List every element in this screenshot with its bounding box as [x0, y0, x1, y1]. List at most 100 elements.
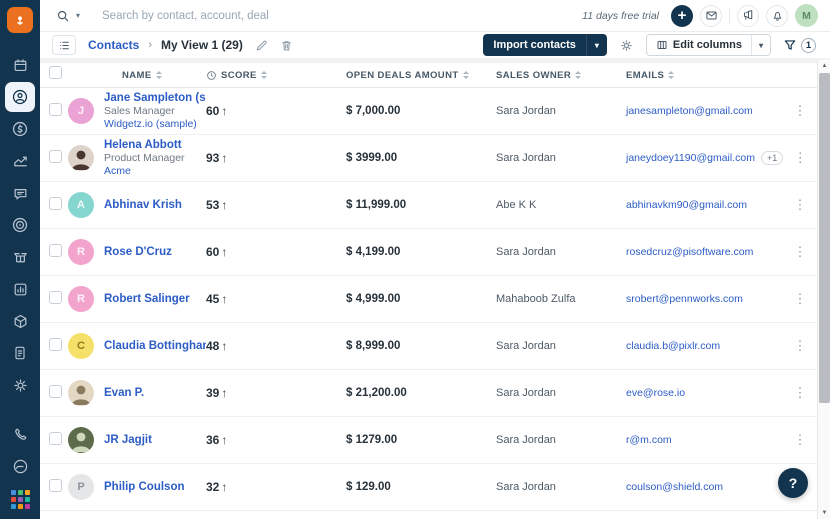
current-view-name[interactable]: My View 1 (29) [161, 38, 243, 52]
emails-column-header[interactable]: Emails [626, 70, 664, 81]
sidebar-item-contacts[interactable] [5, 82, 35, 112]
row-menu-icon[interactable]: ⋮ [783, 244, 817, 260]
contact-name-link[interactable]: JR Jagjit [104, 433, 206, 447]
sort-icon[interactable] [261, 71, 267, 79]
vertical-scrollbar[interactable]: ▲ ▼ [817, 60, 830, 519]
user-avatar[interactable]: M [795, 4, 818, 27]
contact-name-link[interactable]: Claudia Bottingham [104, 339, 206, 353]
search-scope-caret[interactable]: ▾ [76, 11, 80, 20]
row-checkbox[interactable] [49, 338, 62, 351]
sidebar-item-marketing[interactable] [5, 210, 35, 240]
email-link[interactable]: eve@rose.io [626, 387, 685, 399]
extra-emails-badge[interactable]: +1 [761, 151, 783, 165]
contact-name-link[interactable]: Abhinav Krish [104, 198, 206, 212]
sidebar-item-inventory[interactable] [5, 306, 35, 336]
sort-icon[interactable] [668, 71, 674, 79]
select-all-checkbox[interactable] [49, 66, 62, 79]
sidebar-item-documents[interactable] [5, 338, 35, 368]
avatar: P [68, 474, 94, 500]
contact-name-link[interactable]: Jane Sampleton (sa... [104, 91, 206, 105]
search-input[interactable] [102, 10, 402, 22]
table-row[interactable]: R Rose D'Cruz 60 ↑ $ 4,199.00 Sara Jorda… [40, 229, 817, 276]
filters-button[interactable]: 1 [783, 38, 816, 53]
contact-name-link[interactable]: Robert Salinger [104, 292, 206, 306]
contact-company-link[interactable]: Acme [104, 165, 206, 178]
sales-owner-column-header[interactable]: Sales Owner [496, 70, 571, 81]
row-menu-icon[interactable]: ⋮ [783, 432, 817, 448]
import-caret-icon[interactable]: ▾ [586, 34, 607, 56]
avatar: C [68, 333, 94, 359]
view-type-button[interactable] [52, 35, 76, 55]
email-link[interactable]: abhinavkm90@gmail.com [626, 199, 747, 211]
contact-name-link[interactable]: Rose D'Cruz [104, 245, 206, 259]
row-checkbox[interactable] [49, 197, 62, 210]
row-checkbox[interactable] [49, 479, 62, 492]
scrollbar-thumb[interactable] [819, 73, 830, 403]
table-row[interactable]: Helena Abbott Product Manager Acme 93 ↑ … [40, 135, 817, 182]
email-link[interactable]: coulson@shield.com [626, 481, 723, 493]
row-checkbox[interactable] [49, 291, 62, 304]
email-link[interactable]: claudia.b@pixlr.com [626, 340, 720, 352]
sort-icon[interactable] [463, 71, 469, 79]
whats-new-button[interactable] [737, 5, 759, 27]
row-menu-icon[interactable]: ⋮ [783, 385, 817, 401]
sidebar-item-phone[interactable] [5, 419, 35, 449]
sidebar-item-reports[interactable] [5, 274, 35, 304]
avatar: J [68, 98, 94, 124]
breadcrumb-contacts[interactable]: Contacts [88, 38, 139, 52]
edit-columns-caret-icon[interactable]: ▾ [751, 35, 770, 55]
table-row[interactable]: J Jane Sampleton (sa... Sales Manager Wi… [40, 88, 817, 135]
sort-icon[interactable] [156, 71, 162, 79]
sidebar-item-calendar[interactable] [5, 50, 35, 80]
import-contacts-button[interactable]: Import contacts ▾ [483, 34, 607, 56]
table-row[interactable]: P Philip Coulson 32 ↑ $ 129.00 Sara Jord… [40, 464, 817, 511]
scroll-up-arrow-icon[interactable]: ▲ [818, 60, 830, 72]
contact-name-link[interactable]: Philip Coulson [104, 480, 206, 494]
row-checkbox[interactable] [49, 385, 62, 398]
notifications-button[interactable] [766, 5, 788, 27]
edit-columns-button[interactable]: Edit columns ▾ [646, 34, 771, 56]
name-column-header[interactable]: Name [122, 70, 152, 81]
email-link[interactable]: srobert@pennworks.com [626, 293, 743, 305]
email-button[interactable] [700, 5, 722, 27]
open-deals-column-header[interactable]: Open Deals Amount [346, 70, 459, 81]
email-link[interactable]: rosedcruz@pisoftware.com [626, 246, 753, 258]
row-menu-icon[interactable]: ⋮ [783, 291, 817, 307]
delete-view-button[interactable] [280, 39, 293, 52]
email-link[interactable]: janeydoey1190@gmail.com [626, 152, 755, 164]
score-column-header[interactable]: Score [221, 70, 257, 81]
freshworks-logo[interactable] [7, 7, 33, 33]
sidebar-item-chat-widget[interactable] [5, 451, 35, 481]
contact-name-link[interactable]: Helena Abbott [104, 138, 206, 152]
email-link[interactable]: janesampleton@gmail.com [626, 105, 753, 117]
row-checkbox[interactable] [49, 150, 62, 163]
contact-company-link[interactable]: Widgetz.io (sample) [104, 118, 206, 131]
row-menu-icon[interactable]: ⋮ [783, 197, 817, 213]
scroll-down-arrow-icon[interactable]: ▼ [818, 507, 830, 519]
list-settings-button[interactable] [619, 38, 634, 53]
sidebar-item-deals[interactable] [5, 114, 35, 144]
table-row[interactable]: Evan P. 39 ↑ $ 21,200.00 Sara Jordan eve… [40, 370, 817, 417]
contact-name-link[interactable]: Evan P. [104, 386, 206, 400]
table-row[interactable]: JR Jagjit 36 ↑ $ 1279.00 Sara Jordan r@m… [40, 417, 817, 464]
edit-view-button[interactable] [255, 39, 268, 52]
row-menu-icon[interactable]: ⋮ [783, 150, 817, 166]
row-menu-icon[interactable]: ⋮ [783, 103, 817, 119]
search-icon[interactable] [56, 9, 70, 23]
table-row[interactable]: R Robert Salinger 45 ↑ $ 4,999.00 Mahabo… [40, 276, 817, 323]
row-checkbox[interactable] [49, 432, 62, 445]
sidebar-item-settings[interactable] [5, 370, 35, 400]
row-menu-icon[interactable]: ⋮ [783, 338, 817, 354]
help-button[interactable]: ? [778, 468, 808, 498]
sidebar-item-product[interactable] [5, 242, 35, 272]
sidebar-item-conversations[interactable] [5, 178, 35, 208]
table-row[interactable]: A Abhinav Krish 53 ↑ $ 11,999.00 Abe K K… [40, 182, 817, 229]
email-link[interactable]: r@m.com [626, 434, 672, 446]
app-switcher-icon[interactable] [11, 490, 30, 509]
table-row[interactable]: C Claudia Bottingham 48 ↑ $ 8,999.00 Sar… [40, 323, 817, 370]
row-checkbox[interactable] [49, 103, 62, 116]
sort-icon[interactable] [575, 71, 581, 79]
quick-add-button[interactable]: + [671, 5, 693, 27]
sidebar-item-analytics[interactable] [5, 146, 35, 176]
row-checkbox[interactable] [49, 244, 62, 257]
